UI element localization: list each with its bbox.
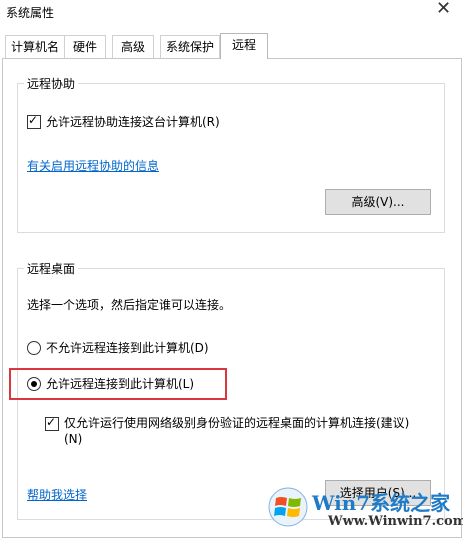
nla-label-line1: 仅允许运行使用网络级别身份验证的远程桌面的计算机连接(建议): [64, 416, 410, 430]
nla-checkbox-row[interactable]: ✓ 仅允许运行使用网络级别身份验证的远程桌面的计算机连接(建议) (N): [45, 415, 424, 447]
nla-label-line2: (N): [64, 432, 83, 446]
remote-desktop-description: 选择一个选项，然后指定谁可以连接。: [27, 298, 232, 312]
tab-hardware[interactable]: 硬件: [64, 35, 106, 58]
remote-desktop-legend: 远程桌面: [27, 262, 76, 276]
allow-remote-assistance-checkbox[interactable]: ✓: [27, 112, 41, 129]
tab-advanced[interactable]: 高级: [112, 35, 154, 58]
close-icon[interactable]: ✕: [436, 0, 451, 19]
watermark-line2: Www.Winwin7.com: [328, 514, 463, 529]
radio-allow[interactable]: [27, 376, 41, 391]
nla-label: 仅允许运行使用网络级别身份验证的远程桌面的计算机连接(建议) (N): [64, 415, 424, 447]
remote-assistance-info-link[interactable]: 有关启用远程协助的信息: [27, 157, 159, 174]
radio-disallow[interactable]: [27, 340, 41, 355]
check-icon: ✓: [46, 415, 57, 429]
help-me-choose-link[interactable]: 帮助我选择: [27, 486, 87, 503]
title-bar: 系统属性 ✕: [0, 0, 463, 28]
nla-checkbox[interactable]: ✓: [45, 415, 59, 431]
tab-remote[interactable]: 远程: [220, 33, 268, 59]
radio-disallow-label: 不允许远程连接到此计算机(D): [46, 341, 209, 355]
window-title: 系统属性: [6, 6, 55, 20]
tab-computer-name[interactable]: 计算机名: [5, 35, 65, 58]
allow-remote-assistance-label: 允许远程协助连接这台计算机(R): [46, 115, 220, 129]
tab-system-protection[interactable]: 系统保护: [160, 35, 220, 58]
allow-remote-assistance-row[interactable]: ✓ 允许远程协助连接这台计算机(R): [27, 113, 220, 130]
radio-allow-row[interactable]: 允许远程连接到此计算机(L): [27, 375, 194, 392]
windows-logo-icon: [268, 487, 308, 527]
remote-assistance-legend: 远程协助: [27, 77, 76, 91]
watermark-line1: Win7系统之家: [312, 491, 451, 515]
watermark: Win7系统之家 Www.Winwin7.com: [268, 483, 463, 536]
advanced-button[interactable]: 高级(V)...: [325, 189, 431, 215]
radio-selected-dot: [31, 380, 37, 387]
tab-strip: 计算机名 硬件 高级 系统保护 远程: [0, 33, 463, 59]
radio-disallow-row[interactable]: 不允许远程连接到此计算机(D): [27, 339, 209, 356]
check-icon: ✓: [28, 112, 39, 127]
radio-allow-label: 允许远程连接到此计算机(L): [46, 377, 195, 391]
